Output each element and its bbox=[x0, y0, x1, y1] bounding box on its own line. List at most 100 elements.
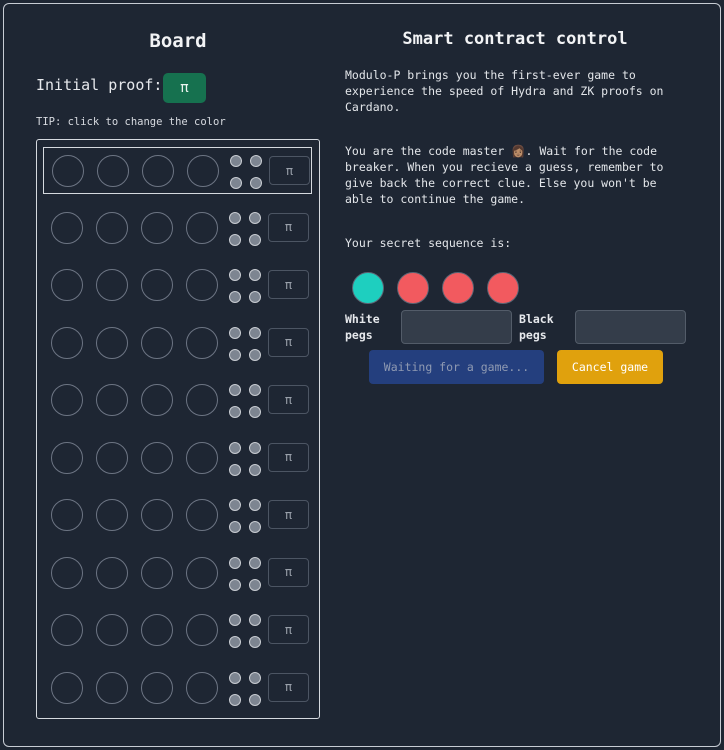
code-peg-hole[interactable] bbox=[141, 556, 173, 589]
row-proof-button[interactable]: π bbox=[268, 672, 309, 702]
key-peg bbox=[249, 521, 261, 533]
code-peg-hole[interactable] bbox=[96, 556, 128, 589]
secret-peg[interactable] bbox=[397, 272, 429, 304]
key-peg bbox=[229, 326, 241, 339]
board-title: Board bbox=[149, 30, 207, 52]
key-peg bbox=[230, 155, 242, 167]
board-row: π bbox=[43, 435, 312, 482]
key-peg bbox=[249, 578, 261, 591]
secret-peg[interactable] bbox=[487, 272, 519, 304]
code-peg-hole[interactable] bbox=[141, 384, 173, 416]
code-peg-hole[interactable] bbox=[96, 441, 128, 474]
key-peg bbox=[249, 326, 261, 339]
code-peg-hole[interactable] bbox=[141, 326, 173, 359]
key-peg bbox=[229, 291, 241, 303]
code-peg-hole[interactable] bbox=[186, 269, 218, 301]
code-peg-hole[interactable] bbox=[51, 556, 83, 589]
initial-proof-label: Initial proof: bbox=[36, 76, 163, 94]
code-peg-hole[interactable] bbox=[186, 211, 218, 244]
key-peg bbox=[229, 441, 241, 454]
white-pegs-input[interactable] bbox=[401, 310, 512, 344]
row-proof-button[interactable]: π bbox=[268, 270, 309, 299]
row-proof-button[interactable]: π bbox=[269, 156, 310, 185]
code-peg-hole[interactable] bbox=[51, 326, 83, 359]
key-peg bbox=[250, 177, 262, 189]
code-peg-hole[interactable] bbox=[97, 155, 129, 187]
black-pegs-label: Black pegs bbox=[519, 312, 554, 342]
key-peg bbox=[229, 384, 241, 396]
tip-text: TIP: click to change the color bbox=[36, 116, 226, 128]
code-peg-hole[interactable] bbox=[51, 384, 83, 416]
key-peg bbox=[249, 211, 261, 224]
secret-peg[interactable] bbox=[352, 272, 384, 304]
code-peg-hole[interactable] bbox=[141, 269, 173, 301]
code-peg-hole[interactable] bbox=[52, 155, 84, 187]
row-proof-button[interactable]: π bbox=[268, 385, 309, 414]
key-peg bbox=[229, 556, 241, 569]
board-row: π bbox=[43, 607, 312, 654]
board-row: π bbox=[43, 377, 312, 424]
code-peg-hole[interactable] bbox=[186, 441, 218, 474]
board-row: π bbox=[43, 320, 312, 367]
key-peg bbox=[249, 499, 261, 511]
key-peg bbox=[229, 406, 241, 418]
code-peg-hole[interactable] bbox=[141, 499, 173, 531]
intro-text: Modulo-P brings you the first-ever game … bbox=[345, 68, 664, 114]
code-peg-hole[interactable] bbox=[186, 384, 218, 416]
code-peg-hole[interactable] bbox=[51, 269, 83, 301]
key-peg bbox=[229, 693, 241, 706]
key-peg bbox=[229, 348, 241, 361]
key-peg bbox=[249, 233, 261, 246]
code-peg-hole[interactable] bbox=[96, 499, 128, 531]
key-peg bbox=[249, 671, 261, 684]
initial-proof-button[interactable]: π bbox=[163, 73, 206, 103]
code-peg-hole[interactable] bbox=[96, 614, 128, 646]
code-peg-hole[interactable] bbox=[51, 441, 83, 474]
key-peg bbox=[229, 521, 241, 533]
row-proof-button[interactable]: π bbox=[268, 212, 309, 242]
key-peg bbox=[249, 348, 261, 361]
code-peg-hole[interactable] bbox=[51, 614, 83, 646]
secret-peg[interactable] bbox=[442, 272, 474, 304]
row-proof-button[interactable]: π bbox=[268, 500, 309, 529]
key-peg bbox=[250, 155, 262, 167]
control-title: Smart contract control bbox=[402, 29, 628, 49]
code-peg-hole[interactable] bbox=[186, 499, 218, 531]
code-peg-hole[interactable] bbox=[186, 326, 218, 359]
code-peg-hole[interactable] bbox=[51, 211, 83, 244]
code-peg-hole[interactable] bbox=[186, 614, 218, 646]
key-peg bbox=[249, 269, 261, 281]
waiting-for-game-button[interactable]: Waiting for a game... bbox=[369, 350, 544, 384]
key-peg bbox=[249, 463, 261, 476]
key-peg bbox=[229, 499, 241, 511]
row-proof-button[interactable]: π bbox=[268, 327, 309, 357]
row-proof-button[interactable]: π bbox=[268, 442, 309, 472]
code-peg-hole[interactable] bbox=[186, 556, 218, 589]
code-peg-hole[interactable] bbox=[96, 384, 128, 416]
code-peg-hole[interactable] bbox=[141, 614, 173, 646]
code-peg-hole[interactable] bbox=[51, 671, 83, 704]
board-row: π bbox=[43, 262, 312, 309]
code-peg-hole[interactable] bbox=[141, 441, 173, 474]
code-peg-hole[interactable] bbox=[96, 211, 128, 244]
code-peg-hole[interactable] bbox=[186, 671, 218, 704]
code-peg-hole[interactable] bbox=[96, 671, 128, 704]
key-peg bbox=[229, 463, 241, 476]
code-peg-hole[interactable] bbox=[96, 326, 128, 359]
code-peg-hole[interactable] bbox=[96, 269, 128, 301]
code-peg-hole[interactable] bbox=[51, 499, 83, 531]
cancel-game-button[interactable]: Cancel game bbox=[557, 350, 663, 384]
code-peg-hole[interactable] bbox=[141, 211, 173, 244]
key-peg bbox=[249, 693, 261, 706]
board-row: π bbox=[43, 205, 312, 252]
code-peg-hole[interactable] bbox=[141, 671, 173, 704]
board-row: π bbox=[43, 147, 312, 194]
code-peg-hole[interactable] bbox=[142, 155, 174, 187]
row-proof-button[interactable]: π bbox=[268, 615, 309, 644]
board-row: π bbox=[43, 665, 312, 712]
key-peg bbox=[229, 211, 241, 224]
row-proof-button[interactable]: π bbox=[268, 557, 309, 587]
key-peg bbox=[229, 269, 241, 281]
black-pegs-input[interactable] bbox=[575, 310, 686, 344]
code-peg-hole[interactable] bbox=[187, 155, 219, 187]
